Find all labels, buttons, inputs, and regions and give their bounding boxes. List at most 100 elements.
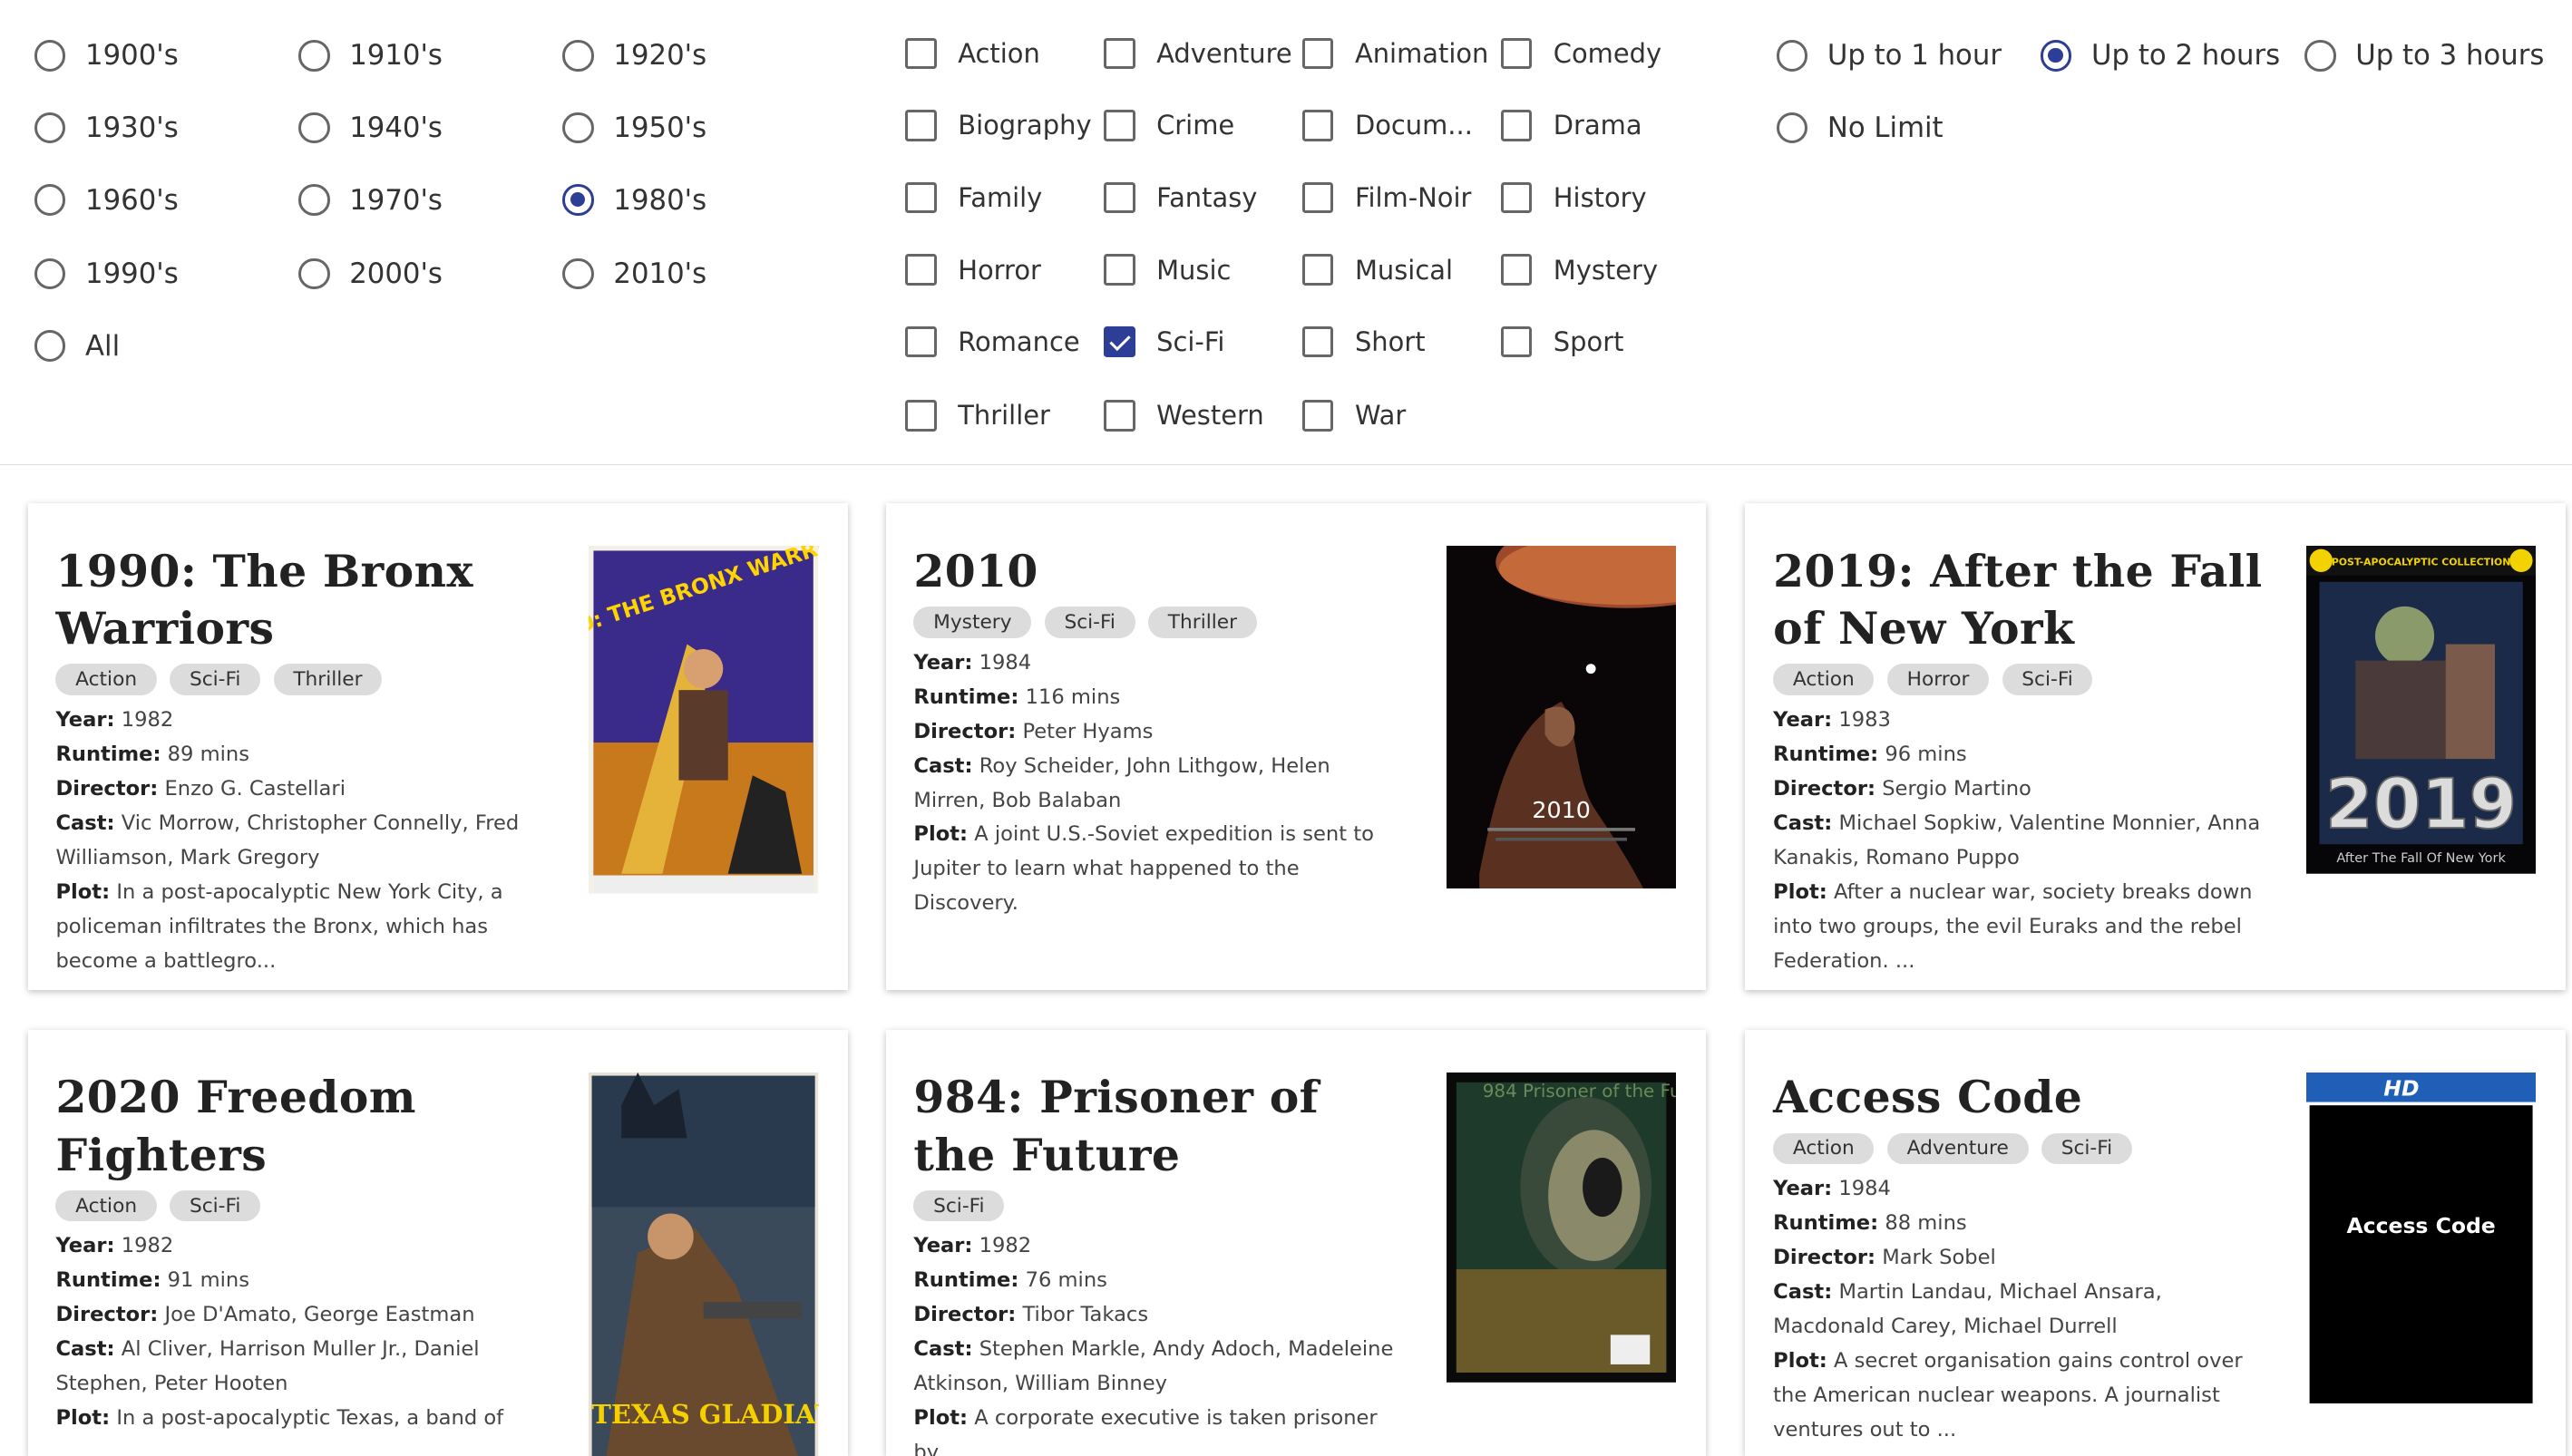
checkbox[interactable] xyxy=(1500,181,1533,214)
decade-option[interactable]: 1940's xyxy=(298,112,443,144)
checkbox[interactable] xyxy=(1302,400,1334,432)
decade-option[interactable]: 1980's xyxy=(562,184,706,217)
decade-option[interactable]: All xyxy=(34,330,120,363)
genre-option[interactable]: Music xyxy=(1104,254,1231,286)
genre-option[interactable]: Drama xyxy=(1500,110,1642,141)
movie-poster[interactable]: 984 Prisoner of the Future xyxy=(1447,1072,1677,1383)
radio-button[interactable] xyxy=(562,257,594,290)
movie-card[interactable]: 1990: The Bronx Warriors Action Sci-Fi T… xyxy=(27,503,849,991)
genre-option[interactable]: Animation xyxy=(1302,37,1488,69)
runtime-option[interactable]: Up to 2 hours xyxy=(2040,39,2280,72)
decade-option[interactable]: 1970's xyxy=(298,184,443,217)
movie-title[interactable]: 984: Prisoner of the Future xyxy=(913,1069,1406,1184)
movie-title[interactable]: 1990: The Bronx Warriors xyxy=(55,543,548,658)
movie-title[interactable]: 2010 xyxy=(913,543,1406,600)
checkbox[interactable] xyxy=(1500,37,1533,69)
radio-button[interactable] xyxy=(298,112,330,144)
movie-title[interactable]: 2020 Freedom Fighters xyxy=(55,1069,548,1184)
genre-option[interactable]: Sport xyxy=(1500,325,1623,358)
decade-label: 1910's xyxy=(349,39,443,73)
radio-button[interactable] xyxy=(298,257,330,290)
genre-option[interactable]: Crime xyxy=(1104,110,1234,141)
decade-option[interactable]: 2010's xyxy=(562,257,706,290)
genre-option[interactable]: Horror xyxy=(905,254,1041,286)
checkbox[interactable] xyxy=(905,254,937,286)
movie-title[interactable]: Access Code xyxy=(1773,1069,2265,1126)
checkbox[interactable] xyxy=(1104,400,1135,432)
decade-option[interactable]: 1990's xyxy=(34,257,179,290)
checkbox[interactable] xyxy=(905,181,937,214)
genre-option[interactable]: Sci-Fi xyxy=(1104,325,1224,358)
checkbox[interactable] xyxy=(1500,325,1533,358)
checkbox[interactable] xyxy=(905,400,937,432)
checkbox[interactable] xyxy=(905,325,937,358)
checkbox[interactable] xyxy=(1302,325,1334,358)
genre-option[interactable]: History xyxy=(1500,181,1647,214)
movie-card[interactable]: 2019: After the Fall of New York Action … xyxy=(1745,503,2566,991)
genre-option[interactable]: Western xyxy=(1104,400,1264,432)
genre-option[interactable]: Docum... xyxy=(1302,110,1473,141)
checkbox[interactable] xyxy=(905,110,937,141)
radio-button[interactable] xyxy=(34,330,66,362)
genre-option[interactable]: Musical xyxy=(1302,254,1453,286)
genre-option[interactable]: Action xyxy=(905,37,1040,69)
movie-card[interactable]: 984: Prisoner of the Future Sci-Fi Year:… xyxy=(885,1029,1706,1456)
genre-option[interactable]: Thriller xyxy=(905,400,1050,432)
movie-poster[interactable]: 2010 xyxy=(1447,546,1677,889)
decade-option[interactable]: 1960's xyxy=(34,184,179,217)
checkbox[interactable] xyxy=(1104,254,1135,286)
decade-option[interactable]: 1920's xyxy=(562,39,706,72)
radio-button[interactable] xyxy=(298,184,330,216)
checkbox[interactable] xyxy=(1500,110,1533,141)
runtime-option[interactable]: No Limit xyxy=(1776,112,1944,144)
genre-option[interactable]: Comedy xyxy=(1500,37,1661,69)
decade-option[interactable]: 1950's xyxy=(562,112,706,144)
radio-button[interactable] xyxy=(562,40,594,72)
decade-option[interactable]: 2000's xyxy=(298,257,443,290)
radio-button[interactable] xyxy=(562,112,594,144)
movie-card[interactable]: 2020 Freedom Fighters Action Sci-Fi Year… xyxy=(27,1029,849,1456)
radio-button[interactable] xyxy=(1776,112,1808,144)
radio-button[interactable] xyxy=(1776,40,1808,72)
checkbox-checked[interactable] xyxy=(1104,325,1135,358)
checkbox[interactable] xyxy=(1302,37,1334,69)
radio-button[interactable] xyxy=(34,40,66,72)
radio-button-selected[interactable] xyxy=(562,184,594,216)
checkbox[interactable] xyxy=(1302,254,1334,286)
movie-title[interactable]: 2019: After the Fall of New York xyxy=(1773,543,2265,658)
movie-card[interactable]: 2010 Mystery Sci-Fi Thriller Year: 1984 … xyxy=(885,503,1706,991)
checkbox[interactable] xyxy=(1104,181,1135,214)
checkbox[interactable] xyxy=(905,37,937,69)
genre-option[interactable]: Mystery xyxy=(1500,254,1658,286)
checkbox[interactable] xyxy=(1104,110,1135,141)
radio-button-selected[interactable] xyxy=(2040,40,2072,72)
radio-button[interactable] xyxy=(34,112,66,144)
genre-option[interactable]: Biography xyxy=(905,110,1092,141)
checkbox[interactable] xyxy=(1500,254,1533,286)
radio-button[interactable] xyxy=(34,257,66,290)
decade-option[interactable]: 1930's xyxy=(34,112,179,144)
genre-tags: Mystery Sci-Fi Thriller xyxy=(913,607,1406,638)
genre-option[interactable]: Adventure xyxy=(1104,37,1292,69)
checkbox[interactable] xyxy=(1302,110,1334,141)
genre-option[interactable]: Short xyxy=(1302,325,1426,358)
checkbox[interactable] xyxy=(1302,181,1334,214)
genre-option[interactable]: War xyxy=(1302,400,1406,432)
movie-card[interactable]: Access Code Action Adventure Sci-Fi Year… xyxy=(1745,1029,2566,1456)
radio-button[interactable] xyxy=(34,184,66,216)
runtime-option[interactable]: Up to 3 hours xyxy=(2304,39,2544,72)
runtime-option[interactable]: Up to 1 hour xyxy=(1776,39,2002,72)
movie-poster[interactable]: POST-APOCALYPTIC COLLECTION 2019 After T… xyxy=(2306,546,2537,874)
genre-option[interactable]: Fantasy xyxy=(1104,181,1257,214)
movie-poster[interactable]: 2020 TEXAS GLADIATORS xyxy=(589,1072,819,1456)
decade-option[interactable]: 1900's xyxy=(34,39,179,72)
checkbox[interactable] xyxy=(1104,37,1135,69)
decade-option[interactable]: 1910's xyxy=(298,39,443,72)
radio-button[interactable] xyxy=(298,40,330,72)
movie-poster[interactable]: HD Access Code xyxy=(2306,1072,2537,1404)
genre-option[interactable]: Family xyxy=(905,181,1042,214)
genre-option[interactable]: Romance xyxy=(905,325,1080,358)
genre-option[interactable]: Film-Noir xyxy=(1302,181,1471,214)
radio-button[interactable] xyxy=(2304,40,2336,72)
movie-poster[interactable]: 1990: THE BRONX WARRIORS xyxy=(589,546,819,894)
